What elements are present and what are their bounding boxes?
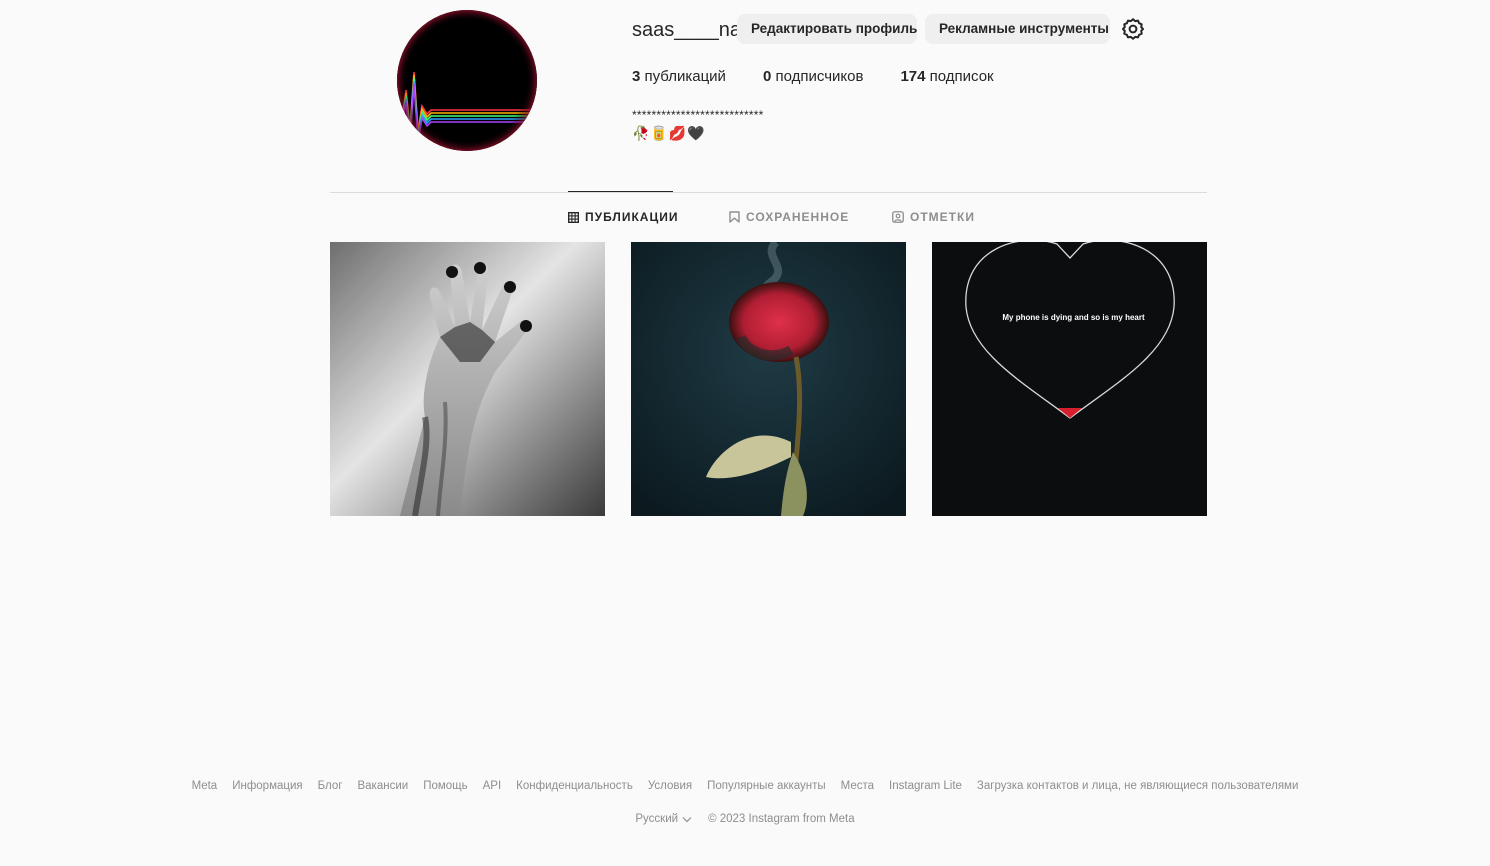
post-tile-2[interactable] <box>631 242 906 516</box>
followers-count: 0 <box>762 68 772 85</box>
bookmark-icon <box>729 211 740 223</box>
footer-link-privacy[interactable]: Конфиденциальность <box>516 780 633 792</box>
post-tile-3[interactable]: My phone is dying and so is my heart <box>932 242 1207 516</box>
post-caption: My phone is dying and so is my heart <box>1002 313 1145 322</box>
footer-link-api[interactable]: API <box>483 780 502 792</box>
following-label: подписок <box>929 68 994 85</box>
tab-saved[interactable]: СОХРАНЕННОЕ <box>729 210 849 224</box>
footer-link-help[interactable]: Помощь <box>423 780 467 792</box>
language-label: Русский <box>635 813 679 825</box>
tab-tagged[interactable]: ОТМЕТКИ <box>892 210 975 224</box>
following-count: 174 <box>900 68 926 85</box>
bio-text: *************************** <box>632 108 764 122</box>
profile-stats: 3 публикаций 0 подписчиков 174 подписок <box>632 68 1031 85</box>
footer-bottom: Русский © 2023 Instagram from Meta <box>0 813 1490 825</box>
following-stat[interactable]: 174 подписок <box>900 68 993 85</box>
heartbeat-icon <box>397 10 537 151</box>
tab-tagged-label: ОТМЕТКИ <box>910 210 975 224</box>
posts-stat: 3 публикаций <box>632 68 726 85</box>
tabs-divider <box>330 192 1207 193</box>
active-tab-indicator <box>568 191 673 192</box>
tab-saved-label: СОХРАНЕННОЕ <box>746 210 850 224</box>
footer-link-contact-upload[interactable]: Загрузка контактов и лица, не являющиеся… <box>977 780 1298 792</box>
language-selector[interactable]: Русский <box>635 813 692 825</box>
tab-posts[interactable]: ПУБЛИКАЦИИ <box>568 210 678 224</box>
tagged-person-icon <box>892 211 904 223</box>
footer-link-jobs[interactable]: Вакансии <box>357 780 408 792</box>
post-tile-1[interactable] <box>330 242 605 516</box>
gear-icon[interactable] <box>1121 17 1145 41</box>
edit-profile-button[interactable]: Редактировать профиль <box>737 14 917 44</box>
footer-link-meta[interactable]: Meta <box>192 780 218 792</box>
followers-stat[interactable]: 0 подписчиков <box>763 68 863 85</box>
followers-label: подписчиков <box>775 68 864 85</box>
ad-tools-button[interactable]: Рекламные инструменты <box>925 14 1110 44</box>
footer-link-locations[interactable]: Места <box>841 780 874 792</box>
profile-avatar[interactable] <box>397 10 537 151</box>
chevron-down-icon <box>682 816 692 822</box>
profile-username: saas____na <box>632 19 741 41</box>
grid-icon <box>568 211 579 223</box>
posts-label: публикаций <box>644 68 726 85</box>
footer-link-about[interactable]: Информация <box>232 780 302 792</box>
footer-link-blog[interactable]: Блог <box>318 780 343 792</box>
posts-count: 3 <box>632 68 641 85</box>
copyright: © 2023 Instagram from Meta <box>708 813 855 825</box>
post-image-hand <box>330 242 605 516</box>
post-image-rose <box>631 242 906 516</box>
profile-page: saas____na Редактировать профиль Рекламн… <box>0 0 1490 866</box>
bio-emoji: 🥀🥫💋🖤 <box>632 125 706 141</box>
footer-link-instagram-lite[interactable]: Instagram Lite <box>889 780 962 792</box>
heart-outline-icon <box>965 242 1175 419</box>
footer-links: Meta Информация Блог Вакансии Помощь API… <box>0 780 1490 792</box>
tab-posts-label: ПУБЛИКАЦИИ <box>585 210 679 224</box>
footer-link-top-accounts[interactable]: Популярные аккаунты <box>707 780 826 792</box>
footer-link-terms[interactable]: Условия <box>648 780 692 792</box>
